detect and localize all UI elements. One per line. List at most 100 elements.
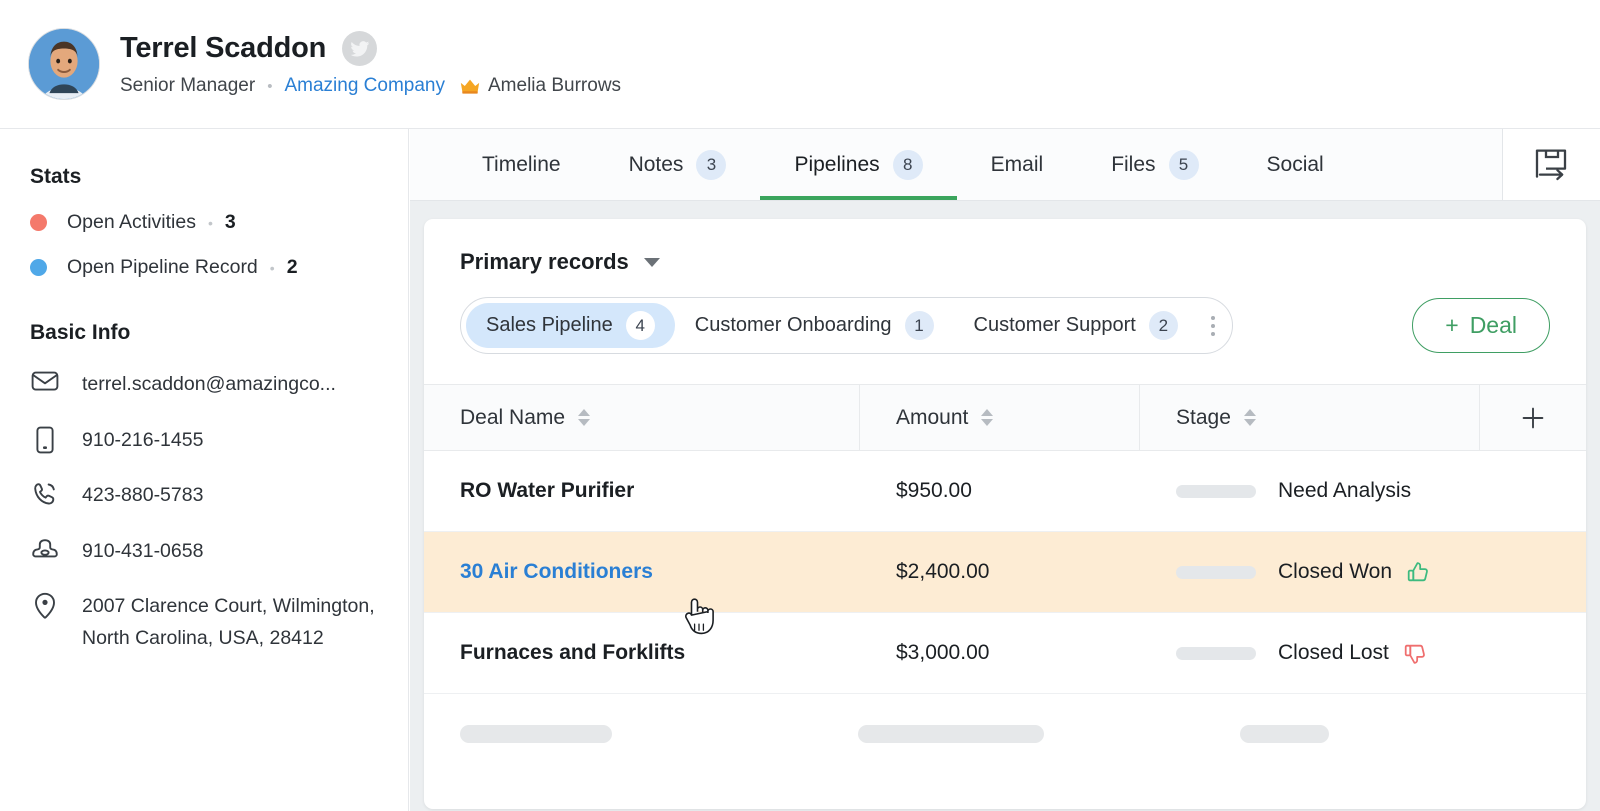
primary-records-label: Primary records — [460, 249, 629, 274]
skeleton-bar — [858, 725, 1044, 743]
column-label: Deal Name — [460, 405, 566, 429]
tab-overflow-icon[interactable] — [1502, 129, 1600, 200]
twitter-icon[interactable] — [342, 31, 378, 66]
stat-label: Open Activities — [67, 211, 196, 233]
info-row-address[interactable]: 2007 Clarence Court, Wilmington, North C… — [30, 591, 380, 654]
amount-text: $3,000.00 — [896, 641, 990, 664]
add-deal-button[interactable]: + Deal — [1412, 298, 1550, 353]
crm-contact-page: Terrel Scaddon Senior Manager • Amazing … — [0, 0, 1600, 811]
pipeline-chip-sales-pipeline[interactable]: Sales Pipeline 4 — [466, 303, 675, 348]
cell-stage: Closed Won — [1140, 532, 1480, 612]
info-row-email[interactable]: terrel.scaddon@amazingco... — [30, 369, 380, 401]
sort-icon[interactable] — [981, 409, 994, 426]
tab-social[interactable]: Social — [1233, 129, 1358, 200]
record-owner: Amelia Burrows — [488, 75, 622, 96]
stat-open-activities[interactable]: Open Activities • 3 — [30, 211, 380, 234]
cell-amount: $2,400.00 — [860, 532, 1140, 612]
contact-subtitle: Senior Manager • Amazing Company Amelia … — [120, 75, 621, 97]
stat-open-pipeline-record[interactable]: Open Pipeline Record • 2 — [30, 256, 380, 279]
amount-text: $2,400.00 — [896, 560, 990, 583]
mobile-value: 910-216-1455 — [82, 428, 204, 451]
table-row[interactable]: Furnaces and Forklifts $3,000.00 Closed … — [424, 613, 1586, 694]
fax-value: 910-431-0658 — [82, 539, 204, 562]
tab-files[interactable]: Files 5 — [1077, 129, 1232, 200]
email-value: terrel.scaddon@amazingco... — [82, 373, 336, 395]
tab-timeline[interactable]: Timeline — [448, 129, 595, 200]
tab-pipelines[interactable]: Pipelines 8 — [760, 129, 957, 200]
table-row[interactable]: 30 Air Conditioners $2,400.00 Closed Won — [424, 532, 1586, 613]
main-content: Timeline Notes 3 Pipelines 8 Email Files… — [410, 129, 1600, 811]
pipeline-count-badge: 2 — [1148, 311, 1178, 340]
column-header-deal-name[interactable]: Deal Name — [424, 385, 860, 450]
skeleton-bar — [460, 725, 612, 743]
primary-records-selector[interactable]: Primary records — [460, 249, 660, 275]
job-title: Senior Manager — [120, 75, 256, 96]
cell-stage: Closed Lost — [1140, 613, 1480, 693]
cell-amount: $3,000.00 — [860, 613, 1140, 693]
add-column-button[interactable] — [1480, 385, 1586, 450]
subtitle-separator: • — [267, 77, 273, 95]
plus-icon: + — [1445, 312, 1459, 338]
stat-separator: • — [269, 259, 275, 276]
cell-spacer — [1480, 613, 1586, 693]
stats-title: Stats — [30, 165, 82, 188]
tab-email[interactable]: Email — [957, 129, 1078, 200]
page-title: Terrel Scaddon — [120, 32, 327, 64]
header-text-block: Terrel Scaddon Senior Manager • Amazing … — [120, 31, 621, 97]
location-icon — [30, 591, 60, 622]
column-label: Stage — [1176, 405, 1231, 429]
tab-count-badge: 3 — [696, 149, 727, 180]
deal-name-link[interactable]: 30 Air Conditioners — [460, 560, 653, 584]
stage-progress-bar — [1176, 565, 1256, 579]
stat-value: 2 — [286, 256, 298, 278]
thumbs-up-icon — [1406, 560, 1431, 585]
tab-label: Timeline — [482, 152, 561, 176]
chevron-down-icon — [643, 257, 660, 267]
tab-count-badge: 5 — [1168, 149, 1199, 180]
table-row[interactable]: RO Water Purifier $950.00 Need Analysis — [424, 451, 1586, 532]
loading-skeleton-row — [424, 694, 1586, 774]
info-row-phone[interactable]: 423-880-5783 — [30, 480, 380, 512]
cell-deal-name: RO Water Purifier — [424, 451, 860, 531]
thumbs-down-icon — [1403, 641, 1428, 666]
pipeline-label: Customer Support — [973, 314, 1136, 336]
column-header-amount[interactable]: Amount — [860, 385, 1140, 450]
table-header-row: Deal Name Amount Stage — [424, 384, 1586, 451]
contact-header: Terrel Scaddon Senior Manager • Amazing … — [0, 0, 1600, 129]
tab-bar: Timeline Notes 3 Pipelines 8 Email Files… — [410, 129, 1600, 201]
address-value: 2007 Clarence Court, Wilmington, North C… — [82, 595, 375, 649]
stage-progress-bar — [1176, 646, 1256, 660]
pipeline-count-badge: 1 — [904, 311, 934, 340]
tab-label: Notes — [628, 152, 684, 176]
kebab-menu-icon[interactable] — [1200, 303, 1226, 348]
column-header-stage[interactable]: Stage — [1140, 385, 1480, 450]
tab-label: Files — [1111, 152, 1156, 176]
pipeline-chip-customer-support[interactable]: Customer Support 2 — [954, 303, 1198, 348]
tab-label: Social — [1266, 152, 1324, 176]
pipeline-chip-customer-onboarding[interactable]: Customer Onboarding 1 — [675, 303, 954, 348]
tab-count-badge: 8 — [892, 149, 923, 180]
cell-stage: Need Analysis — [1140, 451, 1480, 531]
mobile-icon — [30, 425, 60, 454]
sort-icon[interactable] — [578, 409, 591, 426]
fax-icon — [30, 536, 60, 559]
sort-icon[interactable] — [1243, 409, 1256, 426]
tab-label: Pipelines — [794, 152, 880, 176]
tab-notes[interactable]: Notes 3 — [595, 129, 761, 200]
pipeline-label: Sales Pipeline — [486, 314, 613, 336]
cell-amount: $950.00 — [860, 451, 1140, 531]
info-row-fax[interactable]: 910-431-0658 — [30, 536, 380, 568]
company-link[interactable]: Amazing Company — [284, 75, 445, 97]
name-row: Terrel Scaddon — [120, 31, 621, 66]
crown-icon — [459, 78, 481, 95]
skeleton-bar — [1240, 725, 1329, 743]
tab-list: Timeline Notes 3 Pipelines 8 Email Files… — [410, 129, 1502, 200]
stage-label: Closed Won — [1278, 560, 1393, 583]
pipeline-switcher: Sales Pipeline 4 Customer Onboarding 1 C… — [460, 297, 1233, 354]
info-row-mobile[interactable]: 910-216-1455 — [30, 425, 380, 457]
deals-table: Deal Name Amount Stage RO Water Purifier… — [424, 384, 1586, 774]
stage-label: Closed Lost — [1278, 641, 1389, 664]
stage-progress-bar — [1176, 484, 1256, 498]
column-label: Amount — [896, 405, 969, 429]
sidebar: Stats Open Activities • 3 Open Pipeline … — [0, 129, 409, 811]
